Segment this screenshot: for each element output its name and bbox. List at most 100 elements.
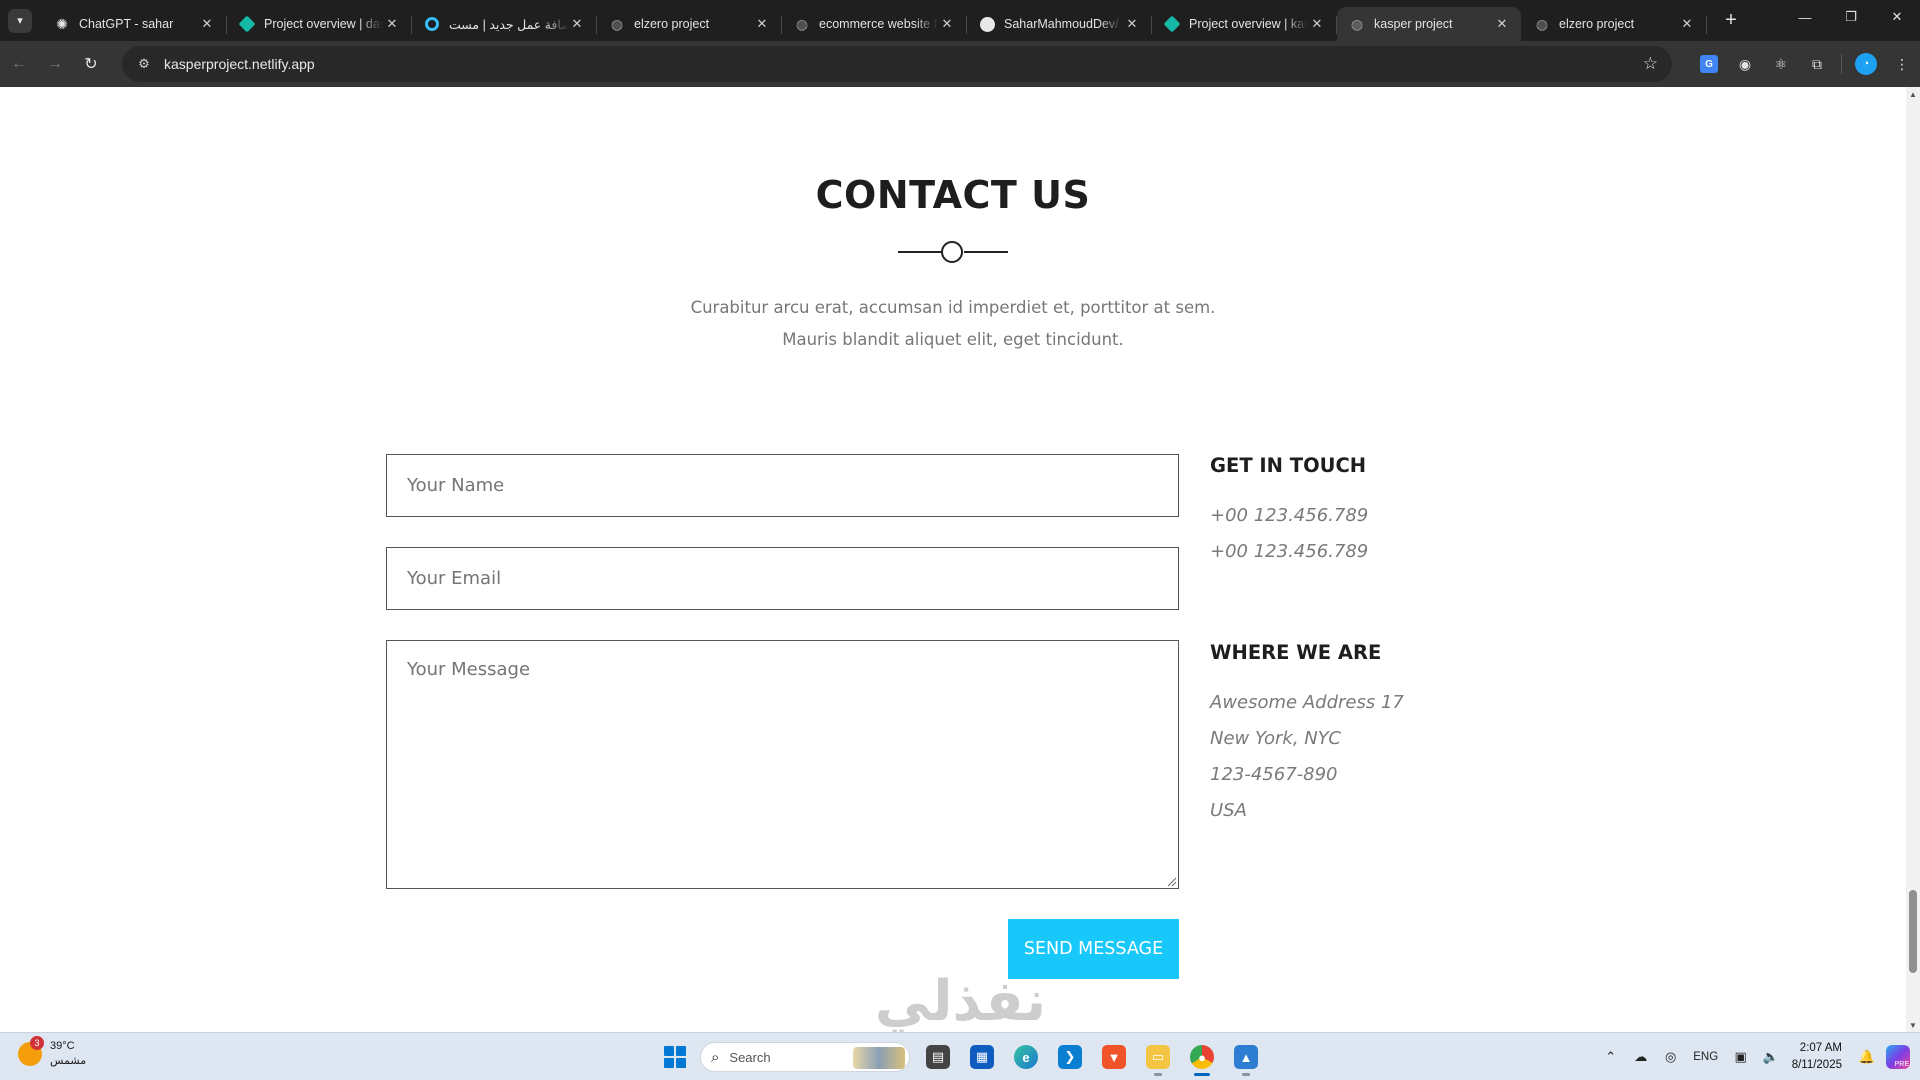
menu-kebab-icon[interactable]: ⋮	[1884, 46, 1920, 82]
start-button[interactable]	[656, 1038, 694, 1076]
language-indicator[interactable]: ENG	[1686, 1051, 1726, 1063]
close-icon[interactable]: ✕	[938, 16, 956, 32]
email-input[interactable]	[386, 547, 1179, 610]
tab-ecommerce-website[interactable]: ◍ ecommerce website f ✕	[782, 7, 967, 41]
task-view-app[interactable]: ▤	[916, 1037, 960, 1077]
github-icon	[979, 16, 995, 32]
notification-bell-icon[interactable]: 🔔	[1852, 1049, 1882, 1065]
netlify-icon	[1163, 15, 1181, 33]
forward-icon[interactable]: →	[38, 47, 72, 81]
address-bar[interactable]: ⚙ kasperproject.netlify.app ☆	[122, 46, 1672, 82]
taskbar-apps: ⌕ Search ▤ ▦ e ❯ ▼ ▭ ● ▲	[656, 1037, 1268, 1077]
search-placeholder: Search	[729, 1049, 771, 1065]
phone-number: +00 123.456.789	[1210, 541, 1369, 562]
copilot-icon[interactable]: PRE	[1886, 1045, 1910, 1069]
folder-icon: ▭	[1146, 1045, 1170, 1069]
page-scrollbar[interactable]: ▲ ▼	[1906, 87, 1920, 1032]
bookmark-star-icon[interactable]: ☆	[1643, 54, 1658, 74]
close-icon[interactable]: ✕	[568, 16, 586, 32]
address-line: Awesome Address 17	[1210, 692, 1404, 713]
divider-line-right	[964, 251, 1008, 253]
tab-title: إضافة عمل جديد | مست	[449, 17, 568, 32]
tab-project-overview-kas[interactable]: Project overview | kas ✕	[1152, 7, 1337, 41]
phone-number: +00 123.456.789	[1210, 505, 1369, 526]
mascot-extension-icon[interactable]: ◉	[1727, 46, 1763, 82]
page-viewport: CONTACT US Curabitur arcu erat, accumsan…	[0, 87, 1906, 1032]
globe-icon: ◍	[610, 15, 624, 32]
scroll-up-arrow-icon[interactable]: ▲	[1906, 87, 1920, 101]
scrollbar-thumb[interactable]	[1909, 890, 1917, 973]
globe-icon: ◍	[795, 15, 809, 32]
message-textarea[interactable]	[386, 640, 1179, 889]
page-title: CONTACT US	[815, 173, 1091, 217]
translate-extension-icon[interactable]: G	[1691, 46, 1727, 82]
globe-icon: ◍	[1535, 15, 1549, 32]
close-icon[interactable]: ✕	[1493, 16, 1511, 32]
chrome-app[interactable]: ●	[1180, 1037, 1224, 1077]
extensions-puzzle-icon[interactable]: ⧉	[1799, 46, 1835, 82]
volume-icon[interactable]: 🔈	[1756, 1049, 1786, 1065]
tab-github[interactable]: SaharMahmoudDev/ ✕	[967, 7, 1152, 41]
profile-avatar[interactable]: ◔	[1848, 46, 1884, 82]
location-icon[interactable]: ◎	[1656, 1049, 1686, 1065]
tab-title: Project overview | das	[264, 17, 383, 31]
divider-circle-icon	[941, 241, 963, 263]
scroll-down-arrow-icon[interactable]: ▼	[1906, 1018, 1920, 1032]
tab-title: Project overview | kas	[1189, 17, 1308, 31]
address-line: 123-4567-890	[1210, 764, 1338, 785]
chrome-icon: ●	[1190, 1045, 1214, 1069]
browser-toolbar: ← → ↻ ⚙ kasperproject.netlify.app ☆ G ◉ …	[0, 41, 1920, 87]
tab-elzero-project-2[interactable]: ◍ elzero project ✕	[1522, 7, 1707, 41]
where-we-are-heading: WHERE WE ARE	[1210, 641, 1382, 664]
network-icon[interactable]: ▣	[1726, 1049, 1756, 1065]
netlify-icon	[238, 15, 256, 33]
tab-mostaql[interactable]: إضافة عمل جديد | مست ✕	[412, 7, 597, 41]
windows-logo-icon	[664, 1046, 686, 1068]
address-line: New York, NYC	[1210, 728, 1341, 749]
site-info-icon[interactable]: ⚙	[134, 54, 154, 74]
minimize-icon[interactable]: —	[1782, 0, 1828, 34]
close-icon[interactable]: ✕	[1123, 16, 1141, 32]
resize-grip-icon[interactable]	[1167, 877, 1177, 887]
toolbar-divider	[1841, 54, 1842, 74]
store-app[interactable]: ▦	[960, 1037, 1004, 1077]
clock[interactable]: 2:07 AM 8/11/2025	[1792, 1040, 1842, 1074]
close-icon[interactable]: ✕	[753, 16, 771, 32]
tab-title: SaharMahmoudDev/	[1004, 17, 1119, 31]
tab-search-icon[interactable]: ▾	[8, 8, 32, 33]
photos-app[interactable]: ▲	[1224, 1037, 1268, 1077]
globe-icon: ◍	[1350, 15, 1364, 32]
vscode-app[interactable]: ❯	[1048, 1037, 1092, 1077]
tab-list: ✺ ChatGPT - sahar ✕ Project overview | d…	[42, 0, 1707, 41]
brave-icon: ▼	[1102, 1045, 1126, 1069]
reload-icon[interactable]: ↻	[74, 47, 108, 81]
file-explorer-app[interactable]: ▭	[1136, 1037, 1180, 1077]
brave-app[interactable]: ▼	[1092, 1037, 1136, 1077]
address-line: USA	[1210, 800, 1247, 821]
back-icon[interactable]: ←	[2, 47, 36, 81]
chevron-up-icon[interactable]: ⌃	[1596, 1049, 1626, 1065]
time-text: 2:07 AM	[1799, 1042, 1842, 1054]
search-highlight-image	[853, 1047, 905, 1069]
name-input[interactable]	[386, 454, 1179, 517]
close-icon[interactable]: ✕	[383, 16, 401, 32]
notification-badge: 3	[30, 1036, 44, 1050]
tab-project-overview-das[interactable]: Project overview | das ✕	[227, 7, 412, 41]
weather-widget[interactable]: 3 39°C مشمس	[18, 1036, 86, 1069]
edge-app[interactable]: e	[1004, 1037, 1048, 1077]
date-text: 8/11/2025	[1791, 1059, 1842, 1071]
onedrive-offline-icon[interactable]: ☁	[1626, 1049, 1656, 1065]
react-devtools-icon[interactable]: ⚛	[1763, 46, 1799, 82]
taskbar-search[interactable]: ⌕ Search	[700, 1042, 910, 1072]
windows-taskbar: 3 39°C مشمس ⌕ Search ▤ ▦ e ❯ ▼ ▭ ● ▲ ⌃ ☁…	[0, 1032, 1920, 1080]
new-tab-icon[interactable]: +	[1717, 9, 1745, 32]
tab-kasper-project[interactable]: ◍ kasper project ✕	[1337, 7, 1521, 41]
tab-title: elzero project	[634, 17, 710, 31]
tab-elzero-project[interactable]: ◍ elzero project ✕	[597, 7, 782, 41]
restore-icon[interactable]: ❐	[1828, 0, 1874, 34]
close-window-icon[interactable]: ✕	[1874, 0, 1920, 34]
close-icon[interactable]: ✕	[1678, 16, 1696, 32]
tab-chatgpt[interactable]: ✺ ChatGPT - sahar ✕	[42, 7, 227, 41]
close-icon[interactable]: ✕	[1308, 16, 1326, 32]
close-icon[interactable]: ✕	[198, 16, 216, 32]
